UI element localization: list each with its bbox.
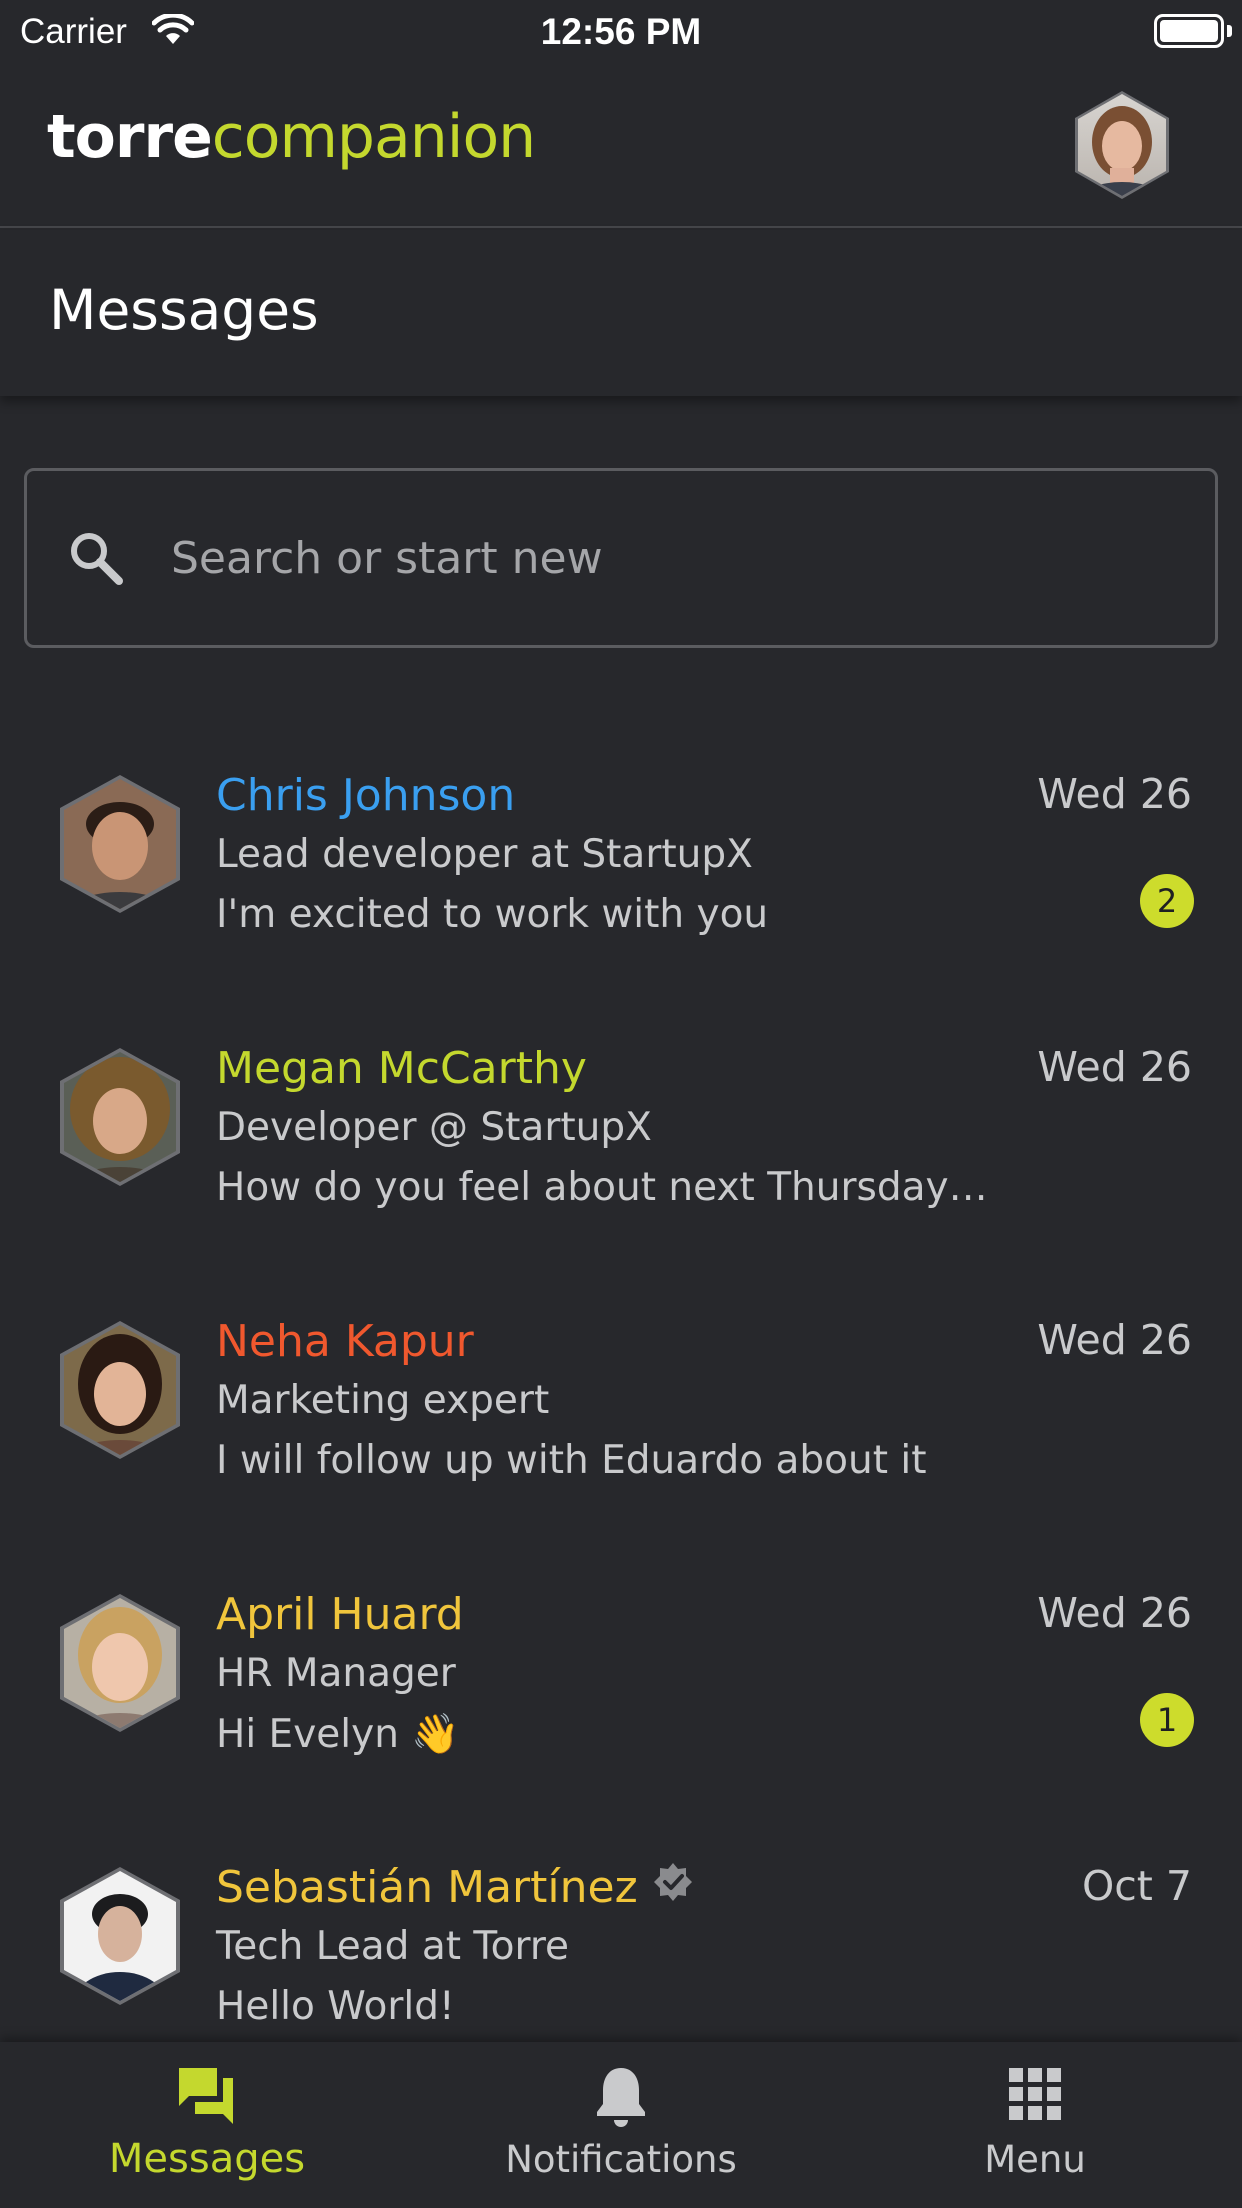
status-bar: Carrier 12:56 PM <box>0 0 1242 62</box>
brand-logo: torrecompanion <box>47 102 536 172</box>
page-title-bar: Messages <box>0 230 1242 396</box>
clock: 12:56 PM <box>540 11 702 52</box>
brand-secondary: companion <box>211 102 536 172</box>
message-preview: Hi Evelyn 👋 <box>216 1712 460 1757</box>
search-icon <box>67 529 125 591</box>
bell-icon <box>414 2064 828 2132</box>
unread-badge: 2 <box>1140 874 1194 928</box>
app-header: torrecompanion <box>0 62 1242 228</box>
contact-name: Chris Johnson <box>216 770 516 821</box>
message-preview: How do you feel about next Thursday ... <box>216 1165 996 1210</box>
message-preview: Hello World! <box>216 1984 455 2029</box>
contact-name: April Huard <box>216 1589 464 1640</box>
tab-messages[interactable]: Messages <box>0 2042 414 2208</box>
tab-label: Messages <box>108 2136 306 2182</box>
tab-menu[interactable]: Menu <box>828 2042 1242 2208</box>
contact-name: Megan McCarthy <box>216 1043 587 1094</box>
avatar <box>57 1320 183 1460</box>
contact-headline: Lead developer at StartupX <box>216 832 753 877</box>
tab-bar: Messages Notifications Menu <box>0 2042 1242 2208</box>
contact-name: Sebastián Martínez <box>216 1862 694 1914</box>
message-item-neha-kapur[interactable]: Neha Kapur Marketing expert I will follo… <box>0 1316 1242 1588</box>
contact-headline: Marketing expert <box>216 1378 550 1423</box>
tab-notifications[interactable]: Notifications <box>414 2042 828 2208</box>
message-item-april-huard[interactable]: April Huard HR Manager Hi Evelyn 👋 Wed 2… <box>0 1589 1242 1861</box>
tab-label: Menu <box>984 2138 1086 2181</box>
message-preview: I'm excited to work with you <box>216 892 769 937</box>
avatar <box>57 1047 183 1187</box>
avatar <box>57 774 183 914</box>
message-preview: I will follow up with Eduardo about it <box>216 1438 927 1483</box>
search-box[interactable] <box>24 468 1218 648</box>
page-title: Messages <box>49 278 319 342</box>
message-date: Wed 26 <box>1037 770 1192 818</box>
message-item-chris-johnson[interactable]: Chris Johnson Lead developer at StartupX… <box>0 770 1242 1042</box>
message-date: Oct 7 <box>1081 1862 1192 1910</box>
contact-name: Neha Kapur <box>216 1316 474 1367</box>
chat-icon <box>0 2064 414 2132</box>
contact-headline: Developer @ StartupX <box>216 1105 652 1150</box>
contact-headline: Tech Lead at Torre <box>216 1924 569 1969</box>
battery-icon <box>1154 14 1224 48</box>
verified-icon <box>652 1861 694 1914</box>
tab-label: Notifications <box>505 2138 737 2181</box>
message-item-megan-mccarthy[interactable]: Megan McCarthy Developer @ StartupX How … <box>0 1043 1242 1315</box>
brand-primary: torre <box>47 102 213 172</box>
avatar <box>57 1866 183 2006</box>
avatar <box>57 1593 183 1733</box>
message-date: Wed 26 <box>1037 1589 1192 1637</box>
battery-nub <box>1227 25 1232 37</box>
contact-name-text: Sebastián Martínez <box>216 1862 638 1913</box>
unread-badge: 1 <box>1140 1693 1194 1747</box>
grid-icon <box>828 2064 1242 2128</box>
message-date: Wed 26 <box>1037 1043 1192 1091</box>
contact-headline: HR Manager <box>216 1651 456 1696</box>
search-input[interactable] <box>169 521 1169 595</box>
message-date: Wed 26 <box>1037 1316 1192 1364</box>
profile-avatar[interactable] <box>1072 90 1172 200</box>
